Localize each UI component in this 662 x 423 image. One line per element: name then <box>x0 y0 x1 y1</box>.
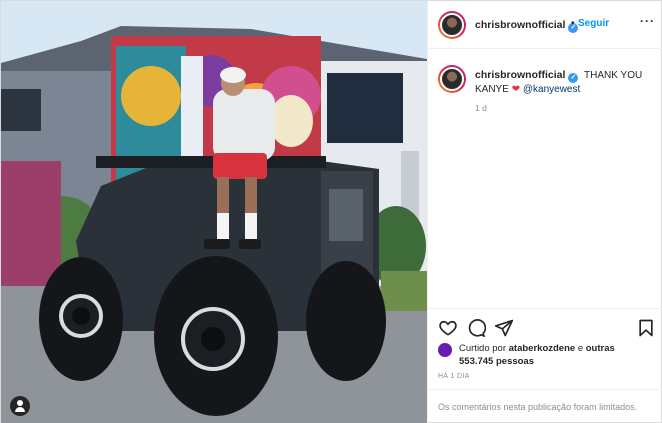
comments-limited-text: Os comentários nesta publicação foram li… <box>438 402 638 412</box>
verified-badge-icon: ✓ <box>568 73 579 83</box>
caption-timestamp: 1 d <box>475 103 487 113</box>
instagram-post-modal: chrisbrownofficial ✓ • Seguir ··· chrisbr… <box>0 0 662 423</box>
user-tag-icon[interactable] <box>10 396 30 416</box>
photo-illustration <box>1 1 427 423</box>
comments-limited-notice: Os comentários nesta publicação foram li… <box>428 389 662 423</box>
post-header: chrisbrownofficial ✓ • Seguir ··· <box>428 1 662 49</box>
post-photo[interactable] <box>1 1 427 423</box>
caption-avatar-photo <box>440 67 464 91</box>
caption-avatar[interactable] <box>438 65 466 93</box>
red-heart-emoji-icon: ❤ <box>511 84 521 95</box>
speech-bubble-icon[interactable] <box>466 318 487 338</box>
caption-text: chrisbrownofficial ✓ THANK YOU KANYE ❤ @k… <box>475 68 655 97</box>
paper-plane-icon[interactable] <box>494 318 514 338</box>
post-side-panel: chrisbrownofficial ✓ • Seguir ··· chrisbr… <box>427 1 662 423</box>
header-separator: • <box>571 18 575 29</box>
caption-mention-link[interactable]: @kanyewest <box>523 84 580 95</box>
likes-text: Curtido por ataberkozdene e outras 553.7… <box>459 342 649 368</box>
caption-username-text: chrisbrownofficial <box>475 69 566 81</box>
likes-prefix: Curtido por <box>459 343 506 354</box>
liker-avatar[interactable] <box>438 343 452 357</box>
follow-button[interactable]: Seguir <box>578 18 609 29</box>
ellipsis-icon[interactable]: ··· <box>640 14 655 28</box>
action-bar <box>428 308 662 344</box>
author-username-text: chrisbrownofficial <box>475 19 566 31</box>
user-tag-icon-body <box>15 407 25 412</box>
post-date: HÁ 1 DIA <box>438 373 470 380</box>
heart-outline-icon[interactable] <box>438 318 458 338</box>
likes-connector: e <box>577 343 584 354</box>
author-avatar[interactable] <box>438 11 466 39</box>
author-avatar-photo <box>440 13 464 37</box>
user-tag-icon-head <box>17 400 23 406</box>
author-username[interactable]: chrisbrownofficial ✓ <box>475 19 579 33</box>
liker-username[interactable]: ataberkozdene <box>509 343 576 354</box>
caption-username[interactable]: chrisbrownofficial ✓ <box>475 69 579 83</box>
bookmark-icon[interactable] <box>636 318 656 338</box>
